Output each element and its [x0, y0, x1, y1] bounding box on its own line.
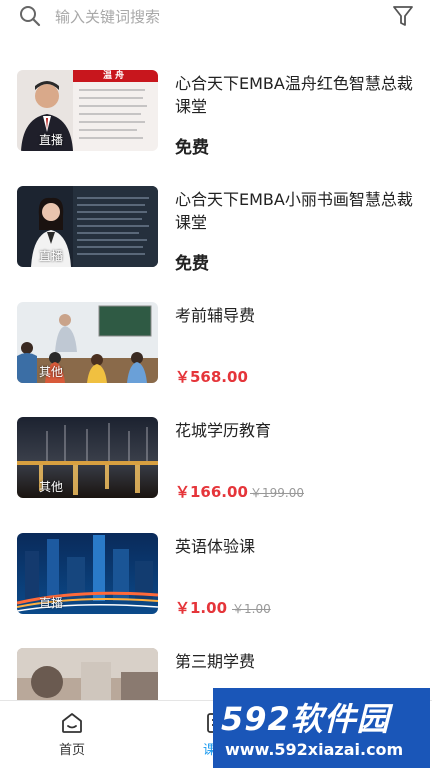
course-card[interactable]: 温 舟 直播 心合天下EMBA温舟红色智慧总裁课堂 免费: [0, 70, 432, 185]
search-bar: [0, 0, 432, 34]
course-title: 花城学历教育: [175, 421, 272, 440]
course-title: 心合天下EMBA温舟红色智慧总裁课堂: [175, 74, 413, 116]
search-icon[interactable]: [19, 5, 41, 27]
watermark-url: www.592xiazai.com: [225, 740, 404, 759]
banner-name: 温 舟: [103, 71, 125, 81]
course-price: 免费: [175, 254, 209, 274]
category-badge: 其他: [39, 480, 64, 494]
course-title: 第三期学费: [175, 652, 256, 671]
course-price: ￥568.00: [175, 368, 248, 386]
course-price: ￥1.00: [175, 599, 228, 617]
search-input[interactable]: [55, 7, 355, 27]
watermark-logo: 592软件园: [221, 700, 390, 738]
course-title: 考前辅导费: [175, 306, 256, 325]
campus-photo: [17, 648, 158, 700]
course-thumbnail: 直播: [17, 186, 158, 267]
course-thumbnail: 其他: [17, 417, 158, 498]
original-price: ￥199.00: [250, 486, 304, 500]
tab-home-label: 首页: [58, 743, 85, 758]
home-icon: [62, 713, 82, 733]
course-card[interactable]: 直播 英语体验课 ￥1.00 ￥1.00: [0, 533, 432, 648]
course-card[interactable]: 其他 花城学历教育 ￥166.00 ￥199.00: [0, 417, 432, 532]
live-badge: 直播: [39, 133, 64, 147]
course-thumbnail: 其他: [17, 302, 158, 383]
course-card[interactable]: 其他 考前辅导费 ￥568.00: [0, 302, 432, 417]
course-list: 温 舟 直播 心合天下EMBA温舟红色智慧总裁课堂 免费 直播 心合天下EMBA…: [0, 34, 432, 700]
live-badge: 直播: [39, 596, 64, 610]
filter-icon[interactable]: [392, 4, 414, 28]
course-price: ￥166.00: [175, 483, 248, 501]
original-price: ￥1.00: [232, 602, 271, 616]
course-thumbnail: [17, 648, 158, 700]
course-card[interactable]: 直播 心合天下EMBA小丽书画智慧总裁课堂 免费: [0, 186, 432, 301]
live-badge: 直播: [39, 249, 64, 263]
course-price: 免费: [175, 138, 209, 158]
site-watermark: 592软件园 www.592xiazai.com: [213, 688, 430, 768]
tab-home[interactable]: 首页: [18, 701, 126, 769]
category-badge: 其他: [39, 365, 64, 379]
course-thumbnail: 直播: [17, 533, 158, 614]
course-title: 英语体验课: [175, 537, 256, 556]
course-thumbnail: 温 舟 直播: [17, 70, 158, 151]
course-title: 心合天下EMBA小丽书画智慧总裁课堂: [175, 190, 413, 232]
